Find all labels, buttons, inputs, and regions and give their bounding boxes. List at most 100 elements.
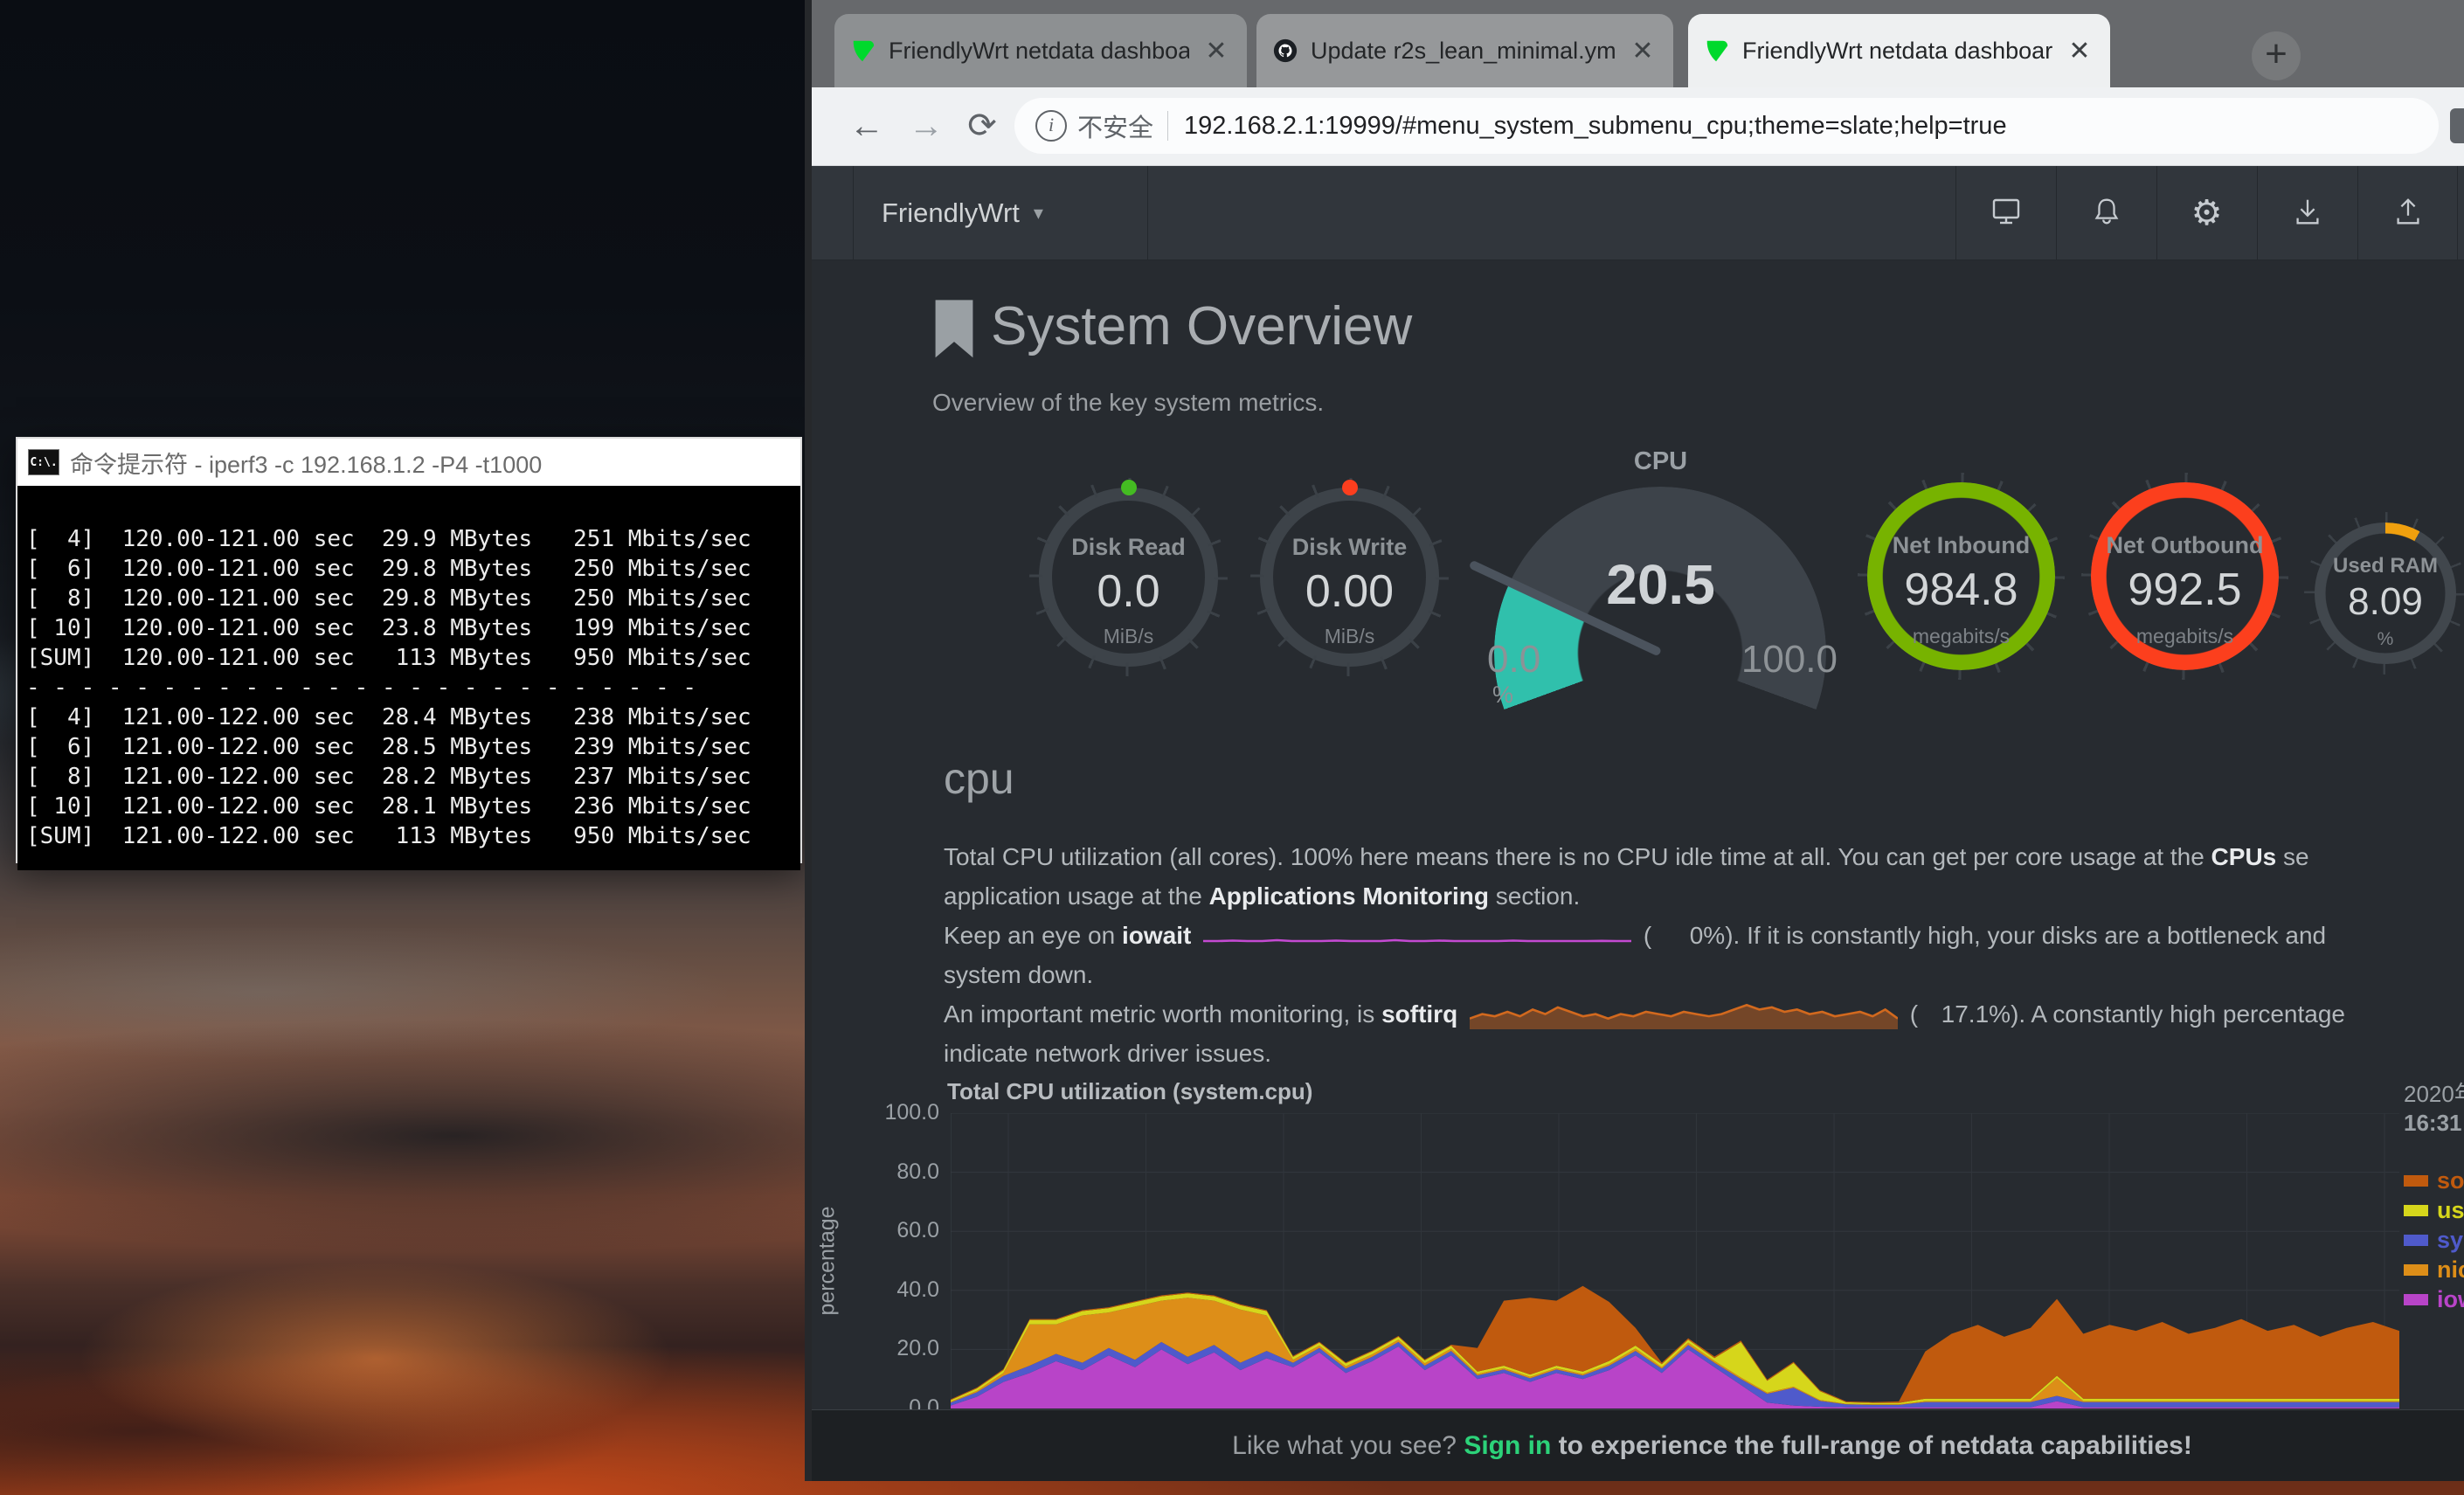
nodes-view-button[interactable] [1956,166,2055,260]
cpu-paragraph-1: Total CPU utilization (all cores). 100% … [944,837,2309,876]
tab-github[interactable]: Update r2s_lean_minimal.yml · k ✕ [1256,14,1673,87]
cpu-gauge-min: 0.0 [1487,638,1540,682]
screen: C:\. 命令提示符 - iperf3 -c 192.168.1.2 -P4 -… [0,0,2464,1495]
cmd-icon: C:\. [28,449,59,475]
legend-swatch [2404,1205,2428,1216]
gauge-cpu[interactable]: CPU 20.5 0.0 100.0 % [1484,447,1838,709]
link-cpus[interactable]: CPUs [2211,843,2277,870]
y-tick: 80.0 [843,1159,939,1185]
y-tick: 100.0 [843,1100,939,1125]
tab-close-icon[interactable]: ✕ [1628,36,1658,66]
cpu-gauge-units: % [1492,682,1513,709]
terminal-body[interactable]: [ 4] 120.00-121.00 sec 29.9 MBytes 251 M… [17,486,800,870]
gauge-disk-write[interactable]: Disk Write 0.00 MiB/s [1260,488,1439,667]
chart-title: Total CPU utilization (system.cpu) [947,1078,1312,1105]
cpu-paragraph-3: Keep an eye on iowait (0%). If it is con… [944,916,2326,955]
y-tick: 20.0 [843,1336,939,1361]
cpu-chart[interactable] [951,1113,2399,1408]
chart-time: 16:31:2 [2404,1110,2464,1137]
alarms-button[interactable] [2057,166,2156,260]
softirq-percent: 17.1% [1918,994,2011,1034]
legend-item-softirq[interactable]: softirq [2404,1167,2464,1194]
status-dot-green [1121,480,1137,495]
chart-date: 2020年3 [2404,1076,2464,1109]
host-dropdown[interactable]: FriendlyWrt ▾ [882,166,1043,260]
gauge-net-inbound[interactable]: Net Inbound 984.8 megabits/s [1867,482,2055,670]
legend-item-system[interactable]: system [2404,1227,2464,1254]
browser-window: FriendlyWrt netdata dashboard ✕ Update r… [805,0,2464,1481]
legend-label: nice [2437,1256,2464,1284]
legend-item-nice[interactable]: nice [2404,1256,2464,1284]
forward-icon[interactable]: → [903,103,950,150]
legend-swatch [2404,1175,2428,1187]
y-tick: 40.0 [843,1277,939,1303]
legend-item-iowait[interactable]: iowait [2404,1286,2464,1313]
new-tab-button[interactable]: + [2252,31,2301,80]
signin-pre: Like what you see? [1232,1431,1464,1460]
y-tick: 60.0 [843,1218,939,1243]
signin-bar: Like what you see? Sign in to experience… [812,1409,2464,1481]
legend-label: softirq [2437,1167,2464,1194]
gauge-used-ram[interactable]: Used RAM 8.09 % [2315,523,2456,664]
section-heading-cpu: cpu [944,753,1014,804]
browser-toolbar: ← → ⟳ i 不安全 192.168.2.1:19999/#menu_syst… [812,87,2464,166]
not-secure-label: 不安全 [1077,107,1153,144]
link-applications-monitoring[interactable]: Applications Monitoring [1209,882,1489,910]
tab-label: Update r2s_lean_minimal.yml · k [1311,38,1616,65]
iowait-percent: 0% [1651,916,1725,955]
export-settings-button[interactable] [2358,166,2457,260]
tab-friendlywrt-active[interactable]: FriendlyWrt netdata dashboard ✕ [1688,14,2110,87]
terminal-title-bar[interactable]: C:\. 命令提示符 - iperf3 -c 192.168.1.2 -P4 -… [17,439,800,486]
cpu-paragraph-6: indicate network driver issues. [944,1034,1271,1073]
url-text[interactable]: 192.168.2.1:19999/#menu_system_submenu_c… [1184,112,2007,141]
tab-label: FriendlyWrt netdata dashboard [1742,38,2052,65]
cpu-gauge-title: CPU [1484,447,1838,476]
reload-icon[interactable]: ⟳ [959,103,1006,150]
gauge-net-outbound[interactable]: Net Outbound 992.5 megabits/s [2091,482,2279,670]
terminal-title: 命令提示符 - iperf3 -c 192.168.1.2 -P4 -t1000 [70,446,542,480]
tab-label: FriendlyWrt netdata dashboard [889,38,1189,65]
bell-icon [2090,195,2123,232]
cpu-paragraph-4: system down. [944,955,1093,994]
terminal-window[interactable]: C:\. 命令提示符 - iperf3 -c 192.168.1.2 -P4 -… [16,437,802,863]
terminal-output: [ 4] 120.00-121.00 sec 29.9 MBytes 251 M… [26,495,797,851]
page-title: System Overview [991,295,1412,357]
bookmark-icon [930,297,979,368]
cpu-paragraph-5: An important metric worth monitoring, is… [944,994,2345,1034]
url-separator [1167,111,1168,141]
tab-close-icon[interactable]: ✕ [2065,36,2094,66]
gear-icon: ⚙ [2191,193,2223,233]
github-favicon [1272,38,1298,64]
import-settings-button[interactable] [2258,166,2357,260]
legend-swatch [2404,1264,2428,1276]
netdata-menubar: FriendlyWrt ▾ ⚙ [812,166,2464,260]
cpu-paragraph-2: application usage at the Applications Mo… [944,876,1580,916]
host-name: FriendlyWrt [882,197,1020,229]
chevron-down-icon: ▾ [1034,202,1043,225]
gauge-disk-read[interactable]: Disk Read 0.0 MiB/s [1039,488,1218,667]
tab-strip: FriendlyWrt netdata dashboard ✕ Update r… [812,0,2464,87]
upload-icon [2391,195,2425,232]
netdata-favicon [1704,38,1730,64]
settings-button[interactable]: ⚙ [2157,166,2256,260]
tab-close-icon[interactable]: ✕ [1201,36,1231,66]
netdata-favicon [850,38,876,64]
address-bar[interactable]: i 不安全 192.168.2.1:19999/#menu_system_sub… [1014,98,2439,154]
back-icon[interactable]: ← [843,103,890,150]
tab-friendlywrt-1[interactable]: FriendlyWrt netdata dashboard ✕ [834,14,1247,87]
download-icon [2291,195,2324,232]
cpu-gauge-max: 100.0 [1741,638,1838,682]
legend-label: user [2437,1197,2464,1224]
iowait-sparkline [1203,916,1631,955]
legend-item-user[interactable]: user [2404,1197,2464,1224]
sign-in-link[interactable]: Sign in [1464,1431,1551,1460]
legend-swatch [2404,1294,2428,1305]
legend-label: system [2437,1227,2464,1254]
info-icon[interactable]: i [1035,110,1067,142]
monitor-icon [1989,194,2024,233]
cpu-gauge-value: 20.5 [1484,552,1838,617]
legend-swatch [2404,1235,2428,1246]
signin-tail: to experience the full-range of netdata … [1551,1431,2192,1460]
page-subtitle: Overview of the key system metrics. [932,389,1324,417]
legend-label: iowait [2437,1286,2464,1313]
